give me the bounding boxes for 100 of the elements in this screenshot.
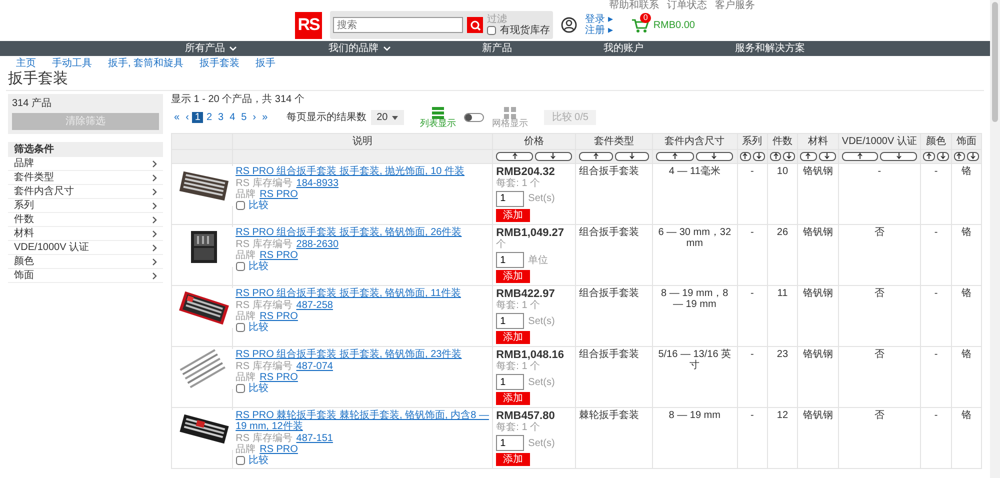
sort-descending-button[interactable] [614, 152, 649, 161]
top-link[interactable]: 订单状态 [667, 0, 707, 11]
quantity-field[interactable]: 1 [496, 190, 524, 207]
stock-checkbox[interactable] [487, 26, 496, 35]
compare-label: 比较 [248, 200, 269, 211]
table-cell: 铬 [961, 349, 972, 360]
sort-descending-button[interactable] [696, 152, 734, 161]
breadcrumb-link[interactable]: 主页 [16, 58, 36, 69]
sort-descending-button[interactable] [880, 152, 918, 161]
breadcrumb-link[interactable]: 扳手, 套筒和旋具 [108, 58, 184, 69]
sort-ascending-button[interactable] [800, 152, 817, 161]
add-button[interactable]: 添加 [496, 270, 530, 284]
sort-ascending-button[interactable] [954, 152, 966, 161]
account-link[interactable]: 登录 ▸ [585, 14, 613, 25]
arrow-up-icon [772, 152, 779, 160]
top-link[interactable]: 帮助和联系 [609, 0, 659, 11]
sort-descending-button[interactable] [818, 152, 836, 161]
filter-item[interactable]: 饰面 [8, 269, 163, 283]
filter-item[interactable]: 材料 [8, 227, 163, 241]
compare-checkbox[interactable] [236, 262, 245, 271]
brand-link[interactable]: RS PRO [260, 250, 298, 261]
sort-descending-button[interactable] [967, 152, 979, 161]
stock-number-link[interactable]: 487-151 [296, 433, 333, 444]
stock-number-link[interactable]: 487-074 [296, 361, 333, 372]
compare-checkbox[interactable] [236, 323, 245, 332]
view-option[interactable]: 网格显示 [492, 107, 528, 129]
account-link[interactable]: 注册 ▸ [585, 25, 613, 36]
stock-number-link[interactable]: 487-258 [296, 300, 333, 312]
page-link[interactable]: › [250, 112, 260, 124]
filter-item[interactable]: 品牌 [8, 157, 163, 171]
filter-item[interactable]: 套件类型 [8, 171, 163, 185]
nav-item[interactable]: 服务和解决方案 [735, 43, 805, 54]
stock-number-link[interactable]: 288-2630 [296, 238, 339, 250]
compare-checkbox[interactable] [236, 456, 245, 466]
column-header[interactable]: 说明 [352, 136, 372, 147]
price-unit: 每套: 1 个 [496, 361, 542, 372]
table-cell: 铬钒钢 [802, 226, 833, 238]
page-link[interactable]: » [259, 112, 271, 124]
quantity-field[interactable]: 1 [496, 313, 524, 330]
view-toggle[interactable] [464, 113, 484, 122]
filter-item[interactable]: 颜色 [8, 255, 163, 269]
sort-ascending-button[interactable] [496, 152, 534, 161]
sort-descending-button[interactable] [936, 152, 949, 161]
brand-link[interactable]: RS PRO [260, 188, 298, 200]
per-page-select[interactable]: 20 [370, 110, 404, 126]
product-link[interactable]: RS PRO 组合扳手套装 扳手套装, 抛光饰面, 10 件装 [236, 166, 465, 177]
sort-ascending-button[interactable] [842, 152, 878, 161]
nav-item[interactable]: 我的账户 [604, 43, 644, 54]
page-link[interactable]: 2 [203, 112, 216, 124]
quantity-field[interactable]: 1 [496, 435, 524, 452]
breadcrumb-link[interactable]: 扳手 [256, 58, 276, 69]
sort-ascending-button[interactable] [923, 152, 935, 161]
sort-ascending-button[interactable] [770, 152, 782, 161]
product-link[interactable]: RS PRO 组合扳手套装 扳手套装, 铬钒饰面, 23件装 [236, 349, 462, 360]
page-link[interactable]: 1 [192, 112, 204, 124]
page-link[interactable]: 3 [215, 112, 227, 124]
stock-number-link[interactable]: 184-8933 [296, 178, 339, 189]
quantity-field[interactable]: 1 [496, 252, 524, 268]
filter-item[interactable]: VDE/1000V 认证 [8, 241, 163, 255]
column-header[interactable]: 价格 [524, 136, 544, 147]
search-field[interactable]: 搜索 [333, 17, 463, 33]
filter-item[interactable]: 件数 [8, 213, 163, 227]
sort-descending-button[interactable] [535, 152, 572, 161]
scrollbar[interactable] [990, 0, 1000, 478]
brand-link[interactable]: RS PRO [260, 372, 298, 384]
product-link[interactable]: RS PRO 组合扳手套装 扳手套装, 铬钒饰面, 11件装 [236, 288, 461, 300]
brand-link[interactable]: RS PRO [260, 311, 298, 322]
nav-item[interactable]: 新产品 [482, 43, 512, 54]
compare-checkbox[interactable] [236, 384, 245, 394]
cart-total[interactable]: RMB0.00 [653, 20, 695, 30]
sort-descending-button[interactable] [783, 152, 796, 161]
brand-link[interactable]: RS PRO [260, 444, 298, 456]
add-button[interactable]: 添加 [496, 331, 530, 344]
sort-ascending-button[interactable] [740, 152, 752, 161]
page-link[interactable]: « [171, 112, 183, 124]
sort-ascending-button[interactable] [656, 152, 694, 161]
filter-item[interactable]: 系列 [8, 199, 163, 213]
add-button[interactable]: 添加 [496, 453, 530, 466]
sort-ascending-button[interactable] [578, 152, 613, 161]
nav-item[interactable]: 所有产品 [185, 43, 225, 54]
logo[interactable]: RS [295, 12, 322, 38]
page-link[interactable]: 4 [226, 112, 238, 124]
table-cell: 12 [776, 410, 788, 422]
quantity-field[interactable]: 1 [496, 374, 524, 390]
add-button[interactable]: 添加 [496, 208, 530, 222]
product-link[interactable]: RS PRO 组合扳手套装 扳手套装, 铬钒饰面, 26件装 [236, 226, 462, 238]
breadcrumb-link[interactable]: 扳手套装 [200, 58, 240, 69]
view-option[interactable]: 列表显示 [420, 107, 456, 129]
filter-item[interactable]: 套件内含尺寸 [8, 185, 163, 199]
arrow-up-icon [672, 152, 678, 160]
nav-item[interactable]: 我们的品牌 [328, 43, 378, 54]
filter-heading: 过滤 [487, 14, 508, 25]
add-button[interactable]: 添加 [496, 392, 530, 406]
page-link[interactable]: ‹ [182, 112, 192, 124]
breadcrumb-link[interactable]: 手动工具 [52, 58, 92, 69]
compare-checkbox[interactable] [236, 200, 245, 210]
search-button[interactable] [467, 17, 483, 33]
sort-descending-button[interactable] [753, 152, 765, 161]
page-link[interactable]: 5 [238, 112, 250, 124]
product-link[interactable]: RS PRO 棘轮扳手套装 棘轮扳手套装, 铬钒饰面, 内含8 — 19 mm, 12件装 [236, 410, 490, 432]
